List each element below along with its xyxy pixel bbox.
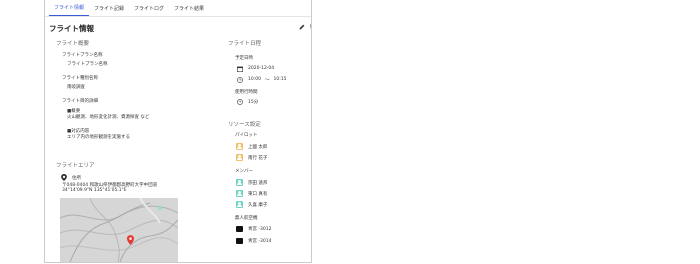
pilot-name: 南行 花子 — [248, 155, 268, 161]
plan-name-label: フライトプラン名称 — [62, 53, 103, 58]
member-name: 久喜 康子 — [248, 202, 268, 208]
member-avatar-icon — [236, 190, 243, 197]
member-label: メンバー — [235, 169, 253, 174]
member-name: 宗田 遠邦 — [248, 180, 268, 186]
member-avatar-icon — [236, 201, 243, 208]
flight-purpose-label: フライト目的詳細 — [62, 99, 98, 104]
pilot-avatar-icon — [236, 154, 243, 161]
scheduled-datetime-label: 予定日時 — [235, 56, 253, 61]
pilot-item: 南行 花子 — [236, 154, 267, 161]
member-item: 東口 真有 — [236, 190, 267, 197]
page-title: フライト情報 — [49, 24, 94, 33]
member-item: 宗田 遠邦 — [236, 179, 267, 186]
member-item: 久喜 康子 — [236, 201, 267, 208]
date-row: 2020-12-04 — [236, 65, 274, 72]
address-label: 住所 — [72, 175, 81, 181]
clock-icon — [236, 98, 243, 105]
drone-item: 青宮 -3012 — [236, 226, 272, 232]
start-time: 10:00 — [248, 77, 261, 82]
tab-flight-record[interactable]: フライト記録 — [89, 5, 129, 16]
purpose-line: 火山観測、地形変化計測、資源探査 など — [67, 115, 150, 120]
edit-button[interactable]: 編 — [299, 23, 311, 30]
coordinates: 34°14'09.9"N 135°41'05.1"E — [62, 188, 127, 193]
flight-duration-label: 使用行時間 — [235, 90, 258, 95]
end-time: 10:15 — [273, 77, 287, 82]
drone-icon — [236, 226, 243, 232]
duration-value: 15分 — [248, 99, 259, 105]
drone-icon — [236, 238, 243, 244]
address-row: 住所 — [60, 174, 81, 181]
clock-icon — [236, 76, 243, 83]
flight-area-heading: フライトエリア — [56, 163, 95, 169]
duration-row: 15分 — [236, 98, 258, 105]
terrain-map — [60, 198, 178, 262]
tab-flight-log[interactable]: フライトログ — [129, 5, 169, 16]
overview-heading: フライト概要 — [56, 41, 90, 47]
flight-type-label: フライト種別名称 — [62, 76, 98, 81]
map-marker-icon[interactable] — [127, 230, 134, 249]
pilot-item: 上國 太郎 — [236, 143, 267, 150]
tab-flight-result[interactable]: フライト結果 — [169, 5, 209, 16]
map-pin-icon — [60, 174, 67, 181]
flight-type-value: 南岐調査 — [67, 85, 85, 90]
drone-name: 青宮 -3014 — [248, 239, 272, 244]
purpose-line: エリア内の地形観測を実施する — [67, 135, 130, 140]
pilot-avatar-icon — [236, 143, 243, 150]
schedule-heading: フライト日程 — [228, 41, 262, 47]
tab-flight-info[interactable]: フライト情報 — [49, 4, 90, 16]
drone-name: 青宮 -3012 — [248, 227, 272, 232]
pilot-label: パイロット — [235, 133, 258, 138]
time-row: 10:00 〜 10:15 — [236, 76, 286, 83]
edit-label: 編 — [310, 23, 311, 30]
resources-heading: リソース設定 — [228, 122, 261, 128]
member-avatar-icon — [236, 179, 243, 186]
time-separator: 〜 — [264, 77, 270, 83]
calendar-icon — [236, 65, 243, 72]
drone-item: 青宮 -3014 — [236, 238, 272, 244]
drone-label: 無人航空機 — [235, 216, 258, 221]
tab-bar: フライト情報 フライト記録 フライトログ フライト結果 — [45, 0, 311, 17]
flight-area-map[interactable] — [60, 198, 178, 262]
pilot-name: 上國 太郎 — [248, 144, 268, 150]
plan-name-value: フライトプラン名称 — [67, 62, 108, 67]
member-name: 東口 真有 — [248, 191, 268, 197]
pencil-icon — [299, 24, 305, 29]
flight-info-panel: フライト情報 フライト記録 フライトログ フライト結果 フライト情報 編 フライ… — [44, 0, 312, 263]
date-value: 2020-12-04 — [248, 66, 275, 71]
